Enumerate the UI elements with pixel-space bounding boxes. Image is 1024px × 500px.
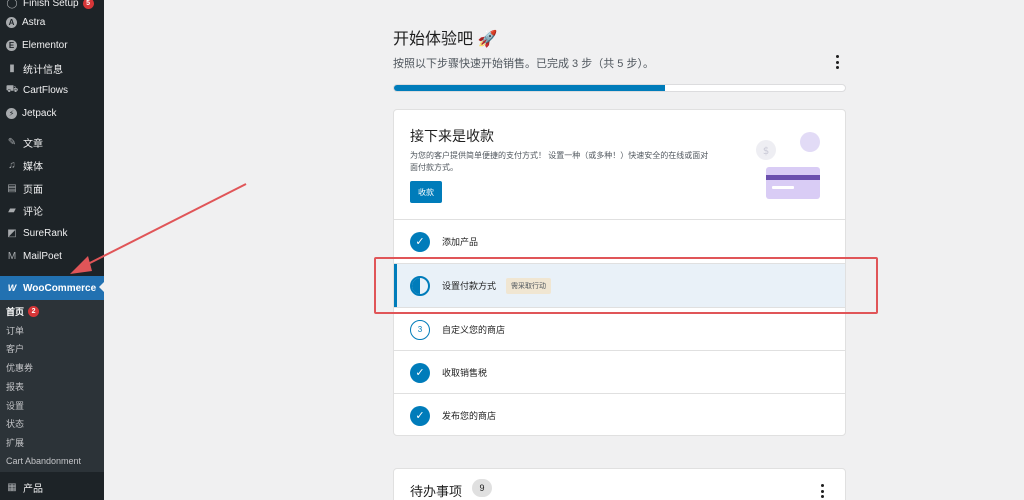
more-options-icon[interactable] <box>817 484 827 498</box>
pin-icon: ✎ <box>7 136 17 148</box>
notification-badge: 2 <box>28 305 40 317</box>
submenu-item-reports[interactable]: 报表 <box>6 377 24 395</box>
submenu-label: 客户 <box>6 343 25 354</box>
sidebar-item-label: MailPoet <box>23 250 62 262</box>
annotation-highlight-box <box>374 257 878 314</box>
sidebar-item-surerank[interactable]: ◩ SureRank <box>0 222 104 244</box>
submenu-item-home[interactable]: 首页 2 <box>6 302 40 320</box>
sidebar-item-jetpack[interactable]: ⚡ Jetpack <box>0 102 104 124</box>
sidebar-item-label: Astra <box>22 16 46 28</box>
submenu-label: 订单 <box>6 325 25 336</box>
sidebar-item-label: Elementor <box>22 39 68 51</box>
task-card-description: 为您的客户提供简单便捷的支付方式！ 设置一种（或多种！）快速安全的在线或面对面付… <box>410 151 709 172</box>
todo-count-badge: 9 <box>472 479 492 497</box>
sidebar-item-woocommerce[interactable]: W WooCommerce <box>0 276 105 300</box>
sidebar-item-label: 统计信息 <box>23 64 63 76</box>
task-item-collect-tax[interactable]: ✓ 收取销售税 <box>394 351 845 394</box>
notification-badge: 5 <box>82 0 94 9</box>
submenu-item-orders[interactable]: 订单 <box>6 321 24 339</box>
sidebar-item-pages[interactable]: ▤ 页面 <box>0 177 104 199</box>
check-icon: ✓ <box>410 362 430 383</box>
page-icon: ▤ <box>7 182 17 194</box>
sidebar-item-label: 评论 <box>23 206 43 218</box>
todo-title: 待办事项 <box>410 484 463 499</box>
submenu-item-status[interactable]: 状态 <box>6 414 24 432</box>
check-icon: ✓ <box>410 231 430 252</box>
submenu-item-extensions[interactable]: 扩展 <box>6 433 24 451</box>
progress-fill <box>394 85 665 91</box>
mailpoet-icon: M <box>7 250 17 262</box>
astra-icon: A <box>6 16 17 28</box>
task-label: 收取销售税 <box>442 368 488 378</box>
sidebar-item-label: 媒体 <box>23 161 43 173</box>
sidebar-item-label: 页面 <box>23 184 43 196</box>
task-label: 自定义您的商店 <box>442 325 506 335</box>
sidebar-item-stats[interactable]: ▮ 统计信息 <box>0 57 104 79</box>
sidebar-item-comments[interactable]: ▰ 评论 <box>0 199 104 221</box>
submenu-label: 状态 <box>6 418 25 429</box>
media-icon: ♫ <box>8 159 16 171</box>
setup-progress-bar <box>393 84 846 92</box>
svg-text:$: $ <box>763 146 769 157</box>
sidebar-item-media[interactable]: ♫ 媒体 <box>0 154 104 176</box>
step-number-icon: 3 <box>410 319 430 340</box>
elementor-icon: E <box>6 39 17 51</box>
current-menu-pointer <box>99 281 105 293</box>
submenu-label: 设置 <box>6 400 25 411</box>
sidebar-item-label: Jetpack <box>22 107 57 119</box>
check-icon: ✓ <box>410 405 430 426</box>
stats-icon: ▮ <box>9 62 15 74</box>
submenu-label: 首页 <box>6 306 25 317</box>
sidebar-item-label: 产品 <box>23 483 43 495</box>
get-paid-button[interactable]: 收款 <box>410 181 442 203</box>
submenu-label: 优惠券 <box>6 362 34 373</box>
setup-subtitle: 按照以下步骤快速开始销售。已完成 3 步（共 5 步）。 <box>393 58 654 70</box>
comment-icon: ▰ <box>8 204 16 216</box>
surerank-icon: ◩ <box>7 227 17 239</box>
submenu-item-coupons[interactable]: 优惠券 <box>6 358 33 376</box>
task-label: 发布您的商店 <box>442 411 497 421</box>
woocommerce-submenu: 首页 2 订单 客户 优惠券 报表 设置 状态 扩展 Cart Abandonm… <box>0 300 104 472</box>
payment-illustration-icon: $ <box>756 132 820 199</box>
sidebar-item-astra[interactable]: A Astra <box>0 11 104 33</box>
submenu-label: 报表 <box>6 381 25 392</box>
todo-card: 待办事项 9 <box>393 468 846 500</box>
task-item-launch-store[interactable]: ✓ 发布您的商店 <box>394 394 845 437</box>
sidebar-item-label: Finish Setup <box>23 0 79 9</box>
more-options-icon[interactable] <box>832 55 842 69</box>
task-item-customize-store[interactable]: 3 自定义您的商店 <box>394 308 845 351</box>
sidebar-item-label: 文章 <box>23 138 43 150</box>
sidebar-item-label: SureRank <box>23 227 68 239</box>
submenu-item-customers[interactable]: 客户 <box>6 339 24 357</box>
submenu-item-cart-abandonment[interactable]: Cart Abandonment <box>6 452 81 470</box>
cartflows-icon: ⛟ <box>5 83 19 95</box>
admin-sidebar: ◯ Finish Setup 5 A Astra E Elementor ▮ 统… <box>0 0 105 500</box>
sidebar-item-products[interactable]: ▦ 产品 <box>0 476 104 498</box>
submenu-label: 扩展 <box>6 437 25 448</box>
woo-icon: W <box>7 283 17 293</box>
task-label: 添加产品 <box>442 237 479 247</box>
sidebar-item-posts[interactable]: ✎ 文章 <box>0 131 104 153</box>
submenu-item-settings[interactable]: 设置 <box>6 396 24 414</box>
task-card-title: 接下来是收款 <box>410 128 494 144</box>
setup-title: 开始体验吧 🚀 <box>393 31 498 48</box>
submenu-label: Cart Abandonment <box>6 456 82 466</box>
sidebar-item-cartflows[interactable]: ⛟ CartFlows <box>0 79 104 101</box>
circle-icon: ◯ <box>6 0 18 9</box>
sidebar-item-label: CartFlows <box>23 84 69 96</box>
sidebar-item-mailpoet[interactable]: M MailPoet <box>0 245 104 267</box>
jetpack-icon: ⚡ <box>6 107 17 119</box>
sidebar-item-label: WooCommerce <box>23 282 97 294</box>
products-icon: ▦ <box>7 481 17 493</box>
sidebar-item-elementor[interactable]: E Elementor <box>0 34 104 56</box>
